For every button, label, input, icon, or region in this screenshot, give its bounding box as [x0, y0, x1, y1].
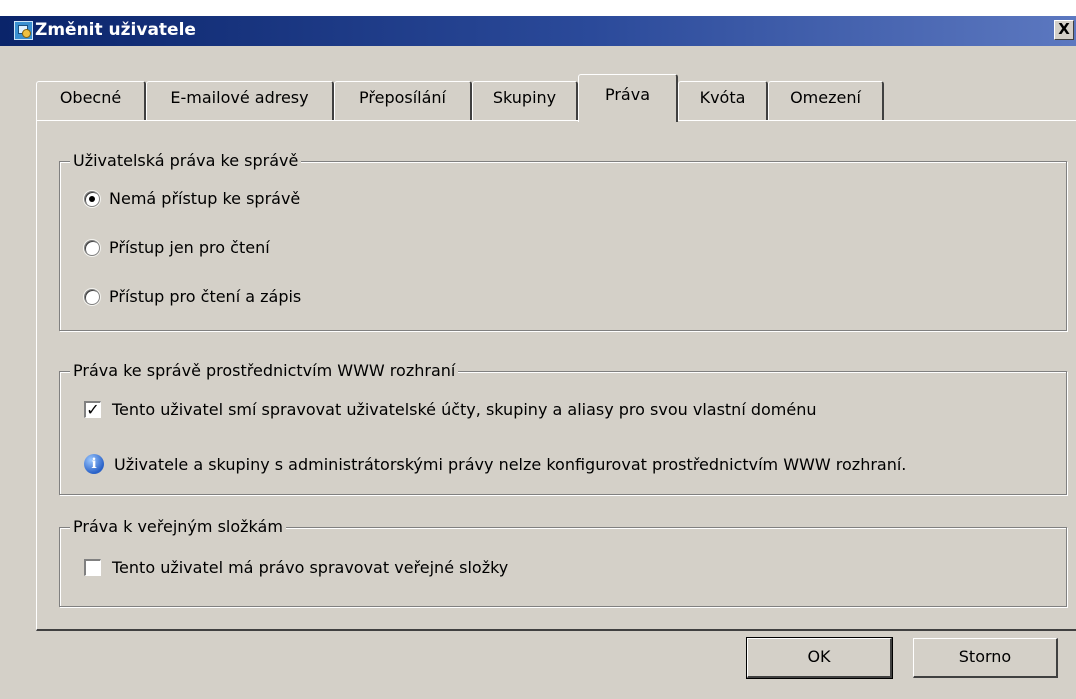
tab-skupiny[interactable]: Skupiny [472, 81, 578, 121]
cancel-button[interactable]: Storno [913, 638, 1058, 678]
dialog-window: Změnit uživatele X Obecné E-mailové adre… [0, 16, 1076, 699]
tab-obecne[interactable]: Obecné [36, 81, 146, 121]
web-admin-group: Práva ke správě prostřednictvím WWW rozh… [59, 361, 1067, 495]
tab-e-mailove-adresy[interactable]: E-mailové adresy [146, 81, 334, 121]
radio-no-access[interactable]: Nemá přístup ke správě [84, 189, 300, 208]
tab-panel-prava: Uživatelská práva ke správě Nemá přístup… [36, 120, 1076, 631]
public-folders-group: Práva k veřejným složkám Tento uživatel … [59, 517, 1067, 607]
radio-no-access-label: Nemá přístup ke správě [109, 189, 301, 208]
public-folders-checkbox-row[interactable]: Tento uživatel má právo spravovat veřejn… [84, 558, 508, 577]
radio-read-only[interactable]: Přístup jen pro čtení [84, 238, 270, 257]
ok-button[interactable]: OK [746, 637, 893, 679]
public-folders-legend: Práva k veřejným složkám [70, 517, 286, 536]
radio-read-write[interactable]: Přístup pro čtení a zápis [84, 287, 301, 306]
public-folders-checkbox-label: Tento uživatel má právo spravovat veřejn… [112, 558, 509, 577]
tab-kvota[interactable]: Kvóta [678, 81, 768, 121]
web-admin-legend: Práva ke správě prostřednictvím WWW rozh… [70, 361, 459, 380]
web-admin-info: i Uživatele a skupiny s administrátorský… [84, 454, 906, 474]
tab-preposilani[interactable]: Přeposílání [334, 81, 472, 121]
user-settings-icon [14, 21, 33, 40]
radio-read-only-label: Přístup jen pro čtení [109, 238, 270, 257]
radio-button[interactable] [84, 288, 100, 305]
web-admin-checkbox-row[interactable]: ✓ Tento uživatel smí spravovat uživatels… [84, 400, 817, 419]
title-bar: Změnit uživatele X [0, 16, 1076, 46]
radio-button-checked[interactable] [84, 190, 100, 207]
window-title: Změnit uživatele [35, 20, 196, 40]
radio-button[interactable] [84, 239, 100, 256]
public-folders-checkbox[interactable] [84, 559, 101, 576]
radio-read-write-label: Přístup pro čtení a zápis [109, 287, 302, 306]
close-button[interactable]: X [1054, 20, 1074, 40]
tab-omezeni[interactable]: Omezení [768, 81, 884, 121]
web-admin-info-text: Uživatele a skupiny s administrátorskými… [114, 454, 907, 474]
tab-prava[interactable]: Práva [578, 74, 678, 122]
admin-rights-legend: Uživatelská práva ke správě [70, 151, 302, 170]
web-admin-checkbox-label: Tento uživatel smí spravovat uživatelské… [112, 400, 817, 419]
admin-rights-group: Uživatelská práva ke správě Nemá přístup… [59, 151, 1067, 331]
web-admin-checkbox[interactable]: ✓ [84, 401, 101, 418]
info-icon: i [84, 454, 104, 474]
